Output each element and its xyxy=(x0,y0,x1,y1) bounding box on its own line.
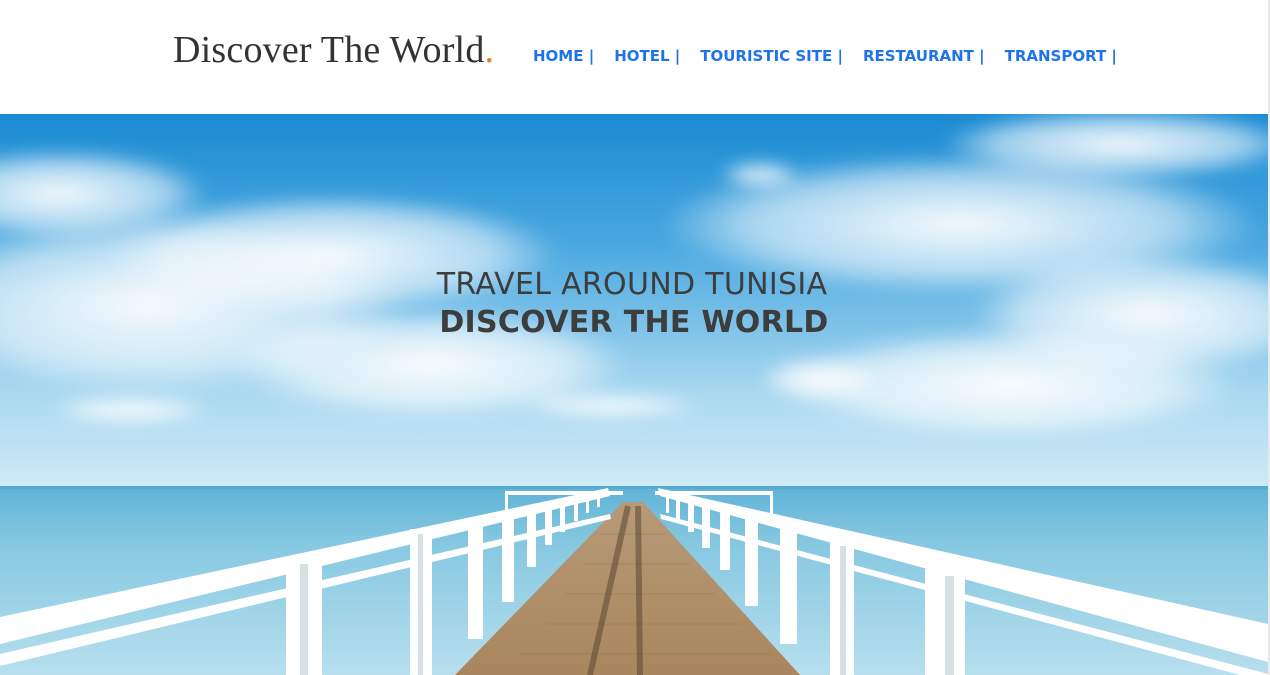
logo-text: Discover The World xyxy=(173,29,485,71)
hero-image-pier xyxy=(0,114,1268,675)
nav-link-transport[interactable]: TRANSPORT | xyxy=(1005,46,1117,66)
main-nav: HOME | HOTEL | TOURISTIC SITE | RESTAURA… xyxy=(533,46,1117,66)
logo-dot: . xyxy=(484,29,495,71)
page: Discover The World. HOME | HOTEL | TOURI… xyxy=(0,0,1270,675)
site-logo[interactable]: Discover The World. xyxy=(173,28,494,72)
nav-link-restaurant[interactable]: RESTAURANT | xyxy=(863,46,985,66)
hero-banner: TRAVEL AROUND TUNISIA DISCOVER THE WORLD xyxy=(0,114,1268,675)
site-header: Discover The World. HOME | HOTEL | TOURI… xyxy=(0,0,1268,114)
nav-link-home[interactable]: HOME | xyxy=(533,46,594,66)
hero-title: DISCOVER THE WORLD xyxy=(439,305,829,340)
hero-subtitle: TRAVEL AROUND TUNISIA xyxy=(436,267,828,302)
nav-link-touristic-site[interactable]: TOURISTIC SITE | xyxy=(700,46,843,66)
nav-link-hotel[interactable]: HOTEL | xyxy=(614,46,680,66)
